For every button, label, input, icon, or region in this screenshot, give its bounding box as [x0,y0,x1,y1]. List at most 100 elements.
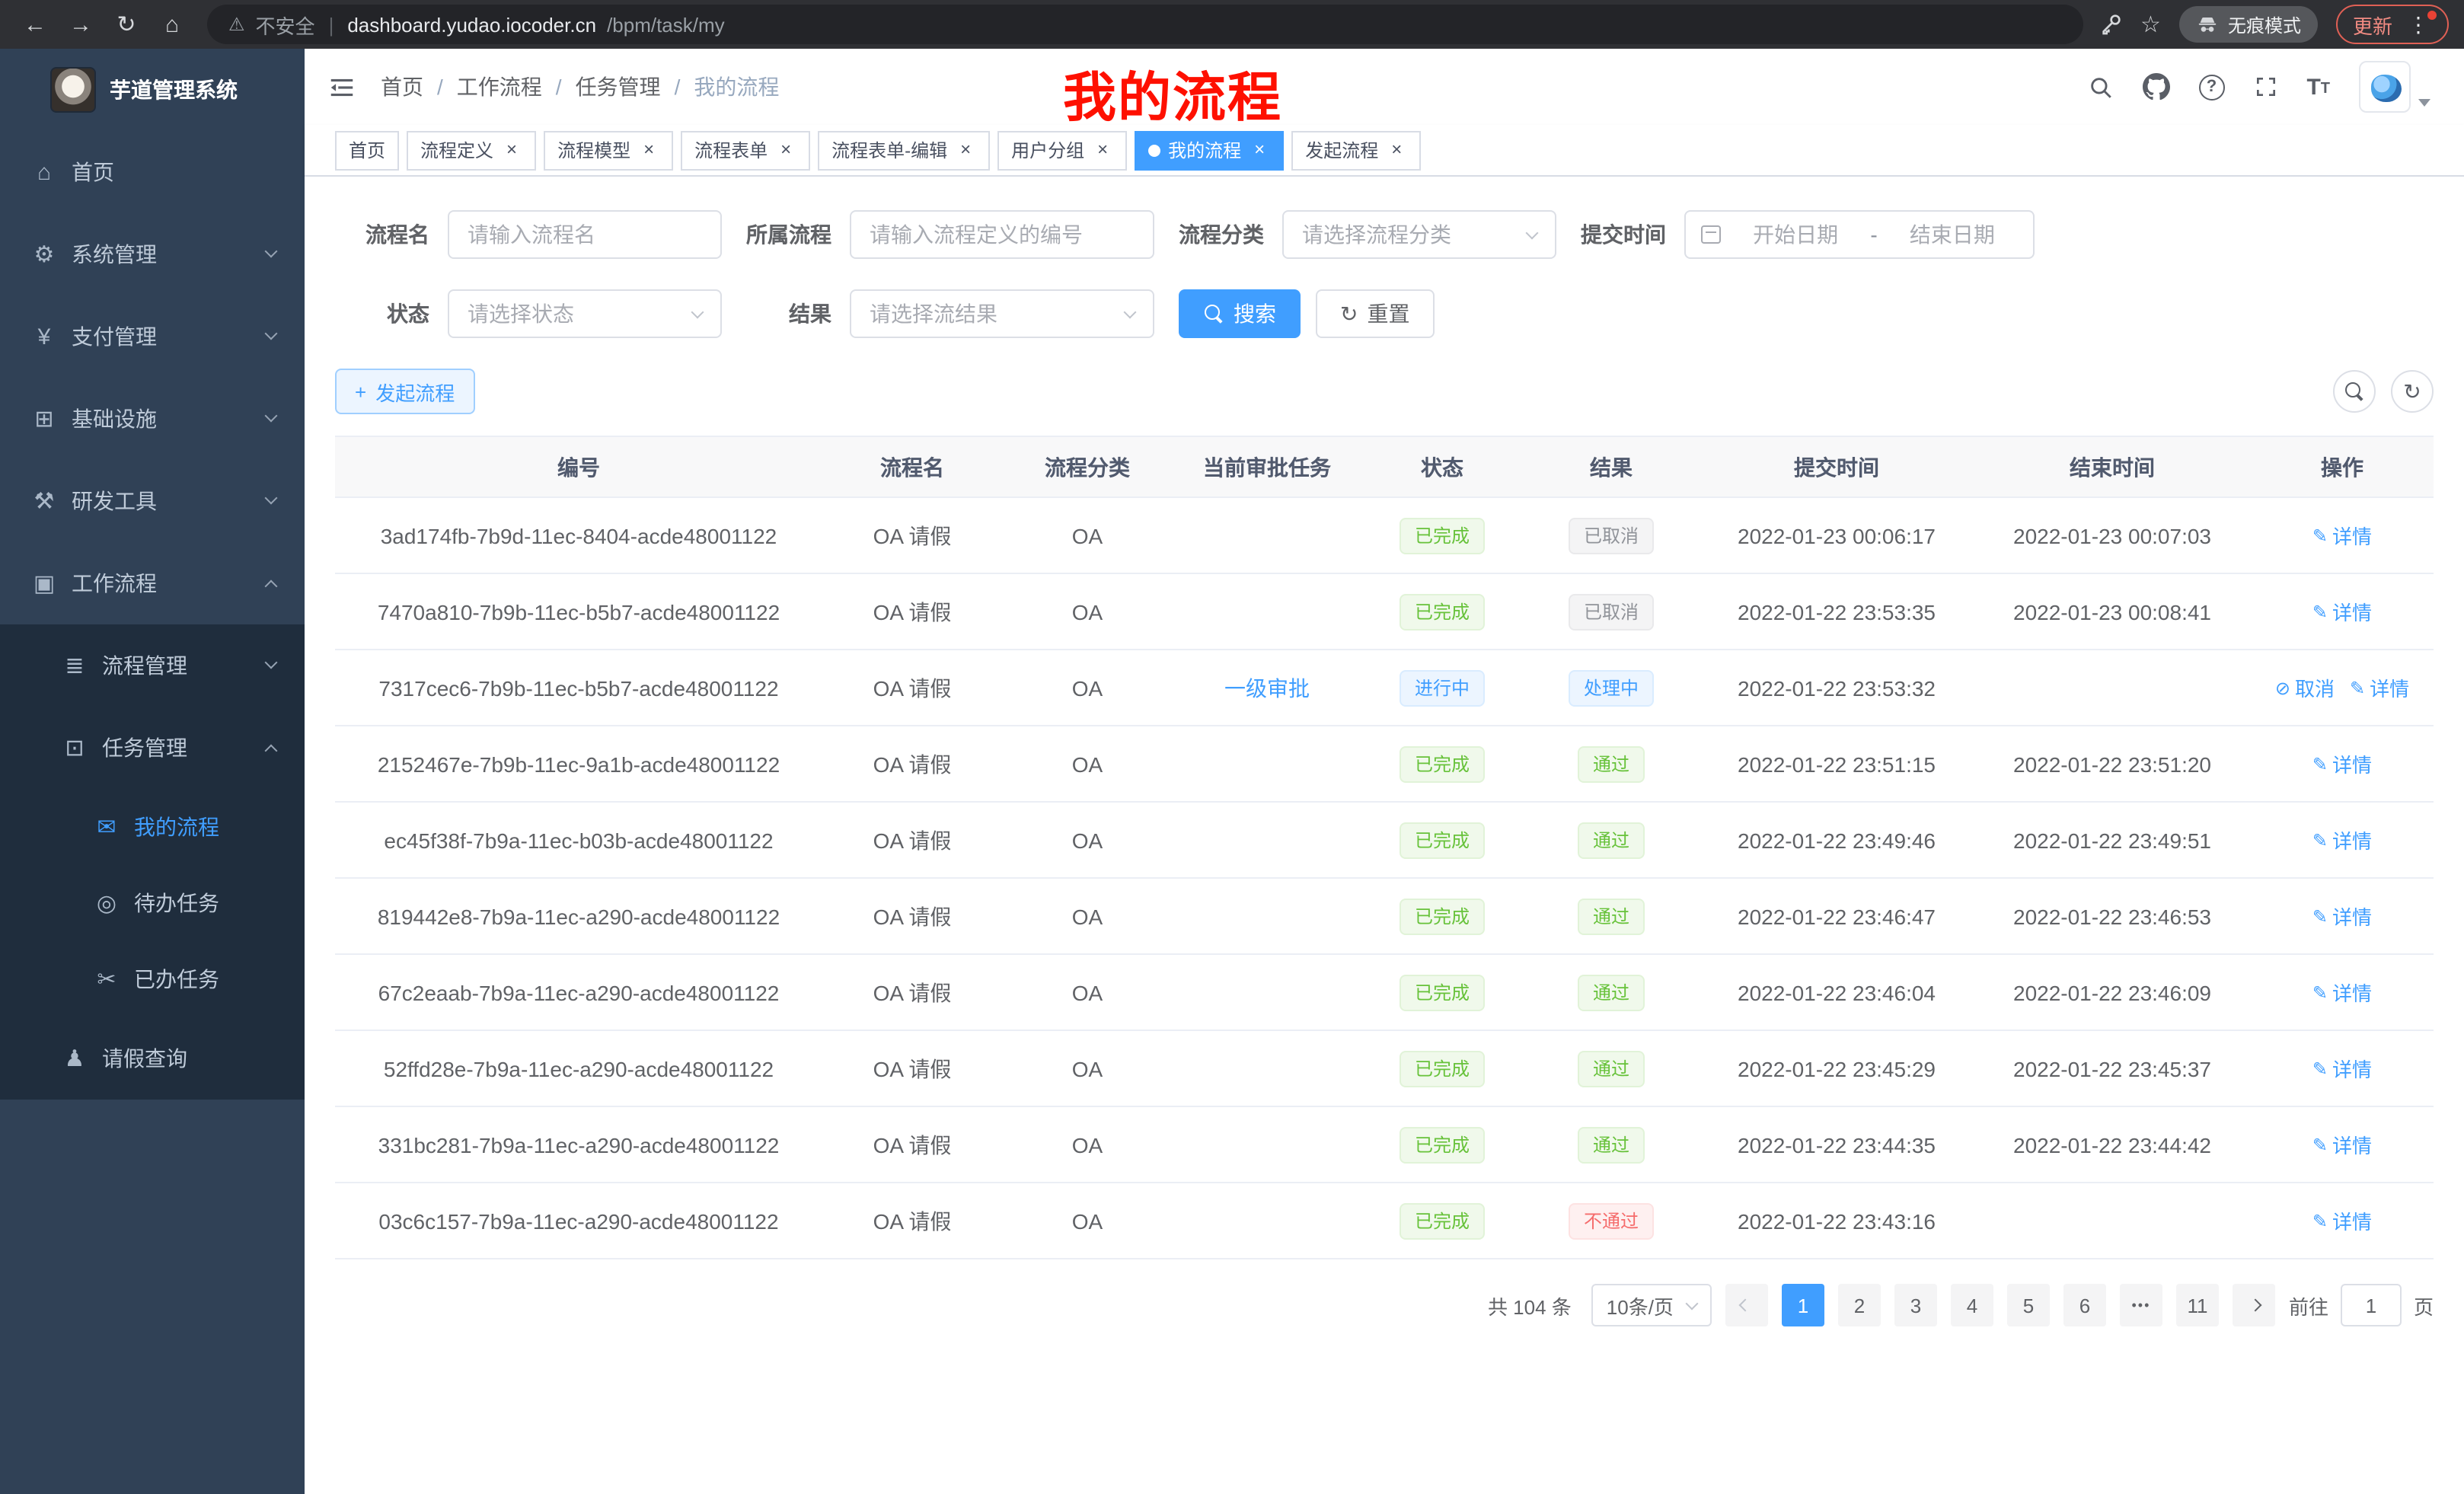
sidebar-item-label: 工作流程 [72,568,277,599]
active-dot-icon [1148,144,1160,156]
detail-link[interactable]: ✎详情 [2312,1130,2372,1159]
sidebar-item-dev-tools[interactable]: ⚒ 研发工具 [0,460,305,542]
tab-home[interactable]: 首页 [335,130,399,170]
refresh-button[interactable]: ↻ [2391,370,2434,413]
incognito-label: 无痕模式 [2228,11,2301,37]
app-logo[interactable]: 芋道管理系统 [0,49,305,131]
status-tag: 已完成 [1400,974,1485,1010]
tab-start-process[interactable]: 发起流程 × [1291,130,1421,170]
breadcrumb-task-management[interactable]: 任务管理 [576,72,661,102]
browser-home-icon[interactable]: ⌂ [152,5,192,44]
github-icon[interactable] [2142,73,2169,101]
search-button[interactable]: 搜索 [1179,289,1301,338]
start-process-button[interactable]: + 发起流程 [335,369,474,414]
sidebar-item-system-management[interactable]: ⚙ 系统管理 [0,213,305,295]
infrastructure-icon: ⊞ [30,405,58,433]
detail-link[interactable]: ✎详情 [2312,597,2372,626]
process-name-input[interactable] [448,210,722,259]
tab-process-model[interactable]: 流程模型 × [544,130,673,170]
detail-link[interactable]: ✎详情 [2312,1054,2372,1083]
result-tag: 已取消 [1569,593,1654,630]
page-button-6[interactable]: 6 [2063,1284,2106,1326]
status-tag: 已完成 [1400,593,1485,630]
page-size-select[interactable]: 10条/页 [1591,1284,1712,1326]
goto-page-input[interactable] [2341,1284,2402,1326]
bookmark-star-icon[interactable]: ☆ [2140,11,2161,38]
detail-link[interactable]: ✎详情 [2312,1206,2372,1235]
page-button-4[interactable]: 4 [1951,1284,1993,1326]
browser-reload-icon[interactable]: ↻ [107,5,146,44]
sidebar-item-task-management[interactable]: ⊡ 任务管理 [0,707,305,789]
sidebar-item-home[interactable]: ⌂ 首页 [0,131,305,213]
process-definition-input[interactable] [850,210,1154,259]
close-icon[interactable]: × [955,139,976,161]
page-button-5[interactable]: 5 [2007,1284,2050,1326]
browser-forward-icon[interactable]: → [61,5,101,44]
detail-link[interactable]: ✎详情 [2312,749,2372,778]
sidebar-item-done-tasks[interactable]: ✂ 已办任务 [0,941,305,1017]
category-select[interactable]: 请选择流程分类 [1282,210,1556,259]
sidebar-item-leave-query[interactable]: ♟ 请假查询 [0,1017,305,1100]
reset-button[interactable]: ↻ 重置 [1316,289,1434,338]
current-task-link[interactable]: 一级审批 [1224,675,1310,700]
goto-page: 前往 页 [2289,1284,2434,1326]
more-pages-button[interactable]: ••• [2120,1284,2162,1326]
user-menu[interactable] [2359,61,2430,113]
submit-time: 2022-01-22 23:44:35 [1738,1132,1936,1157]
page-button-11[interactable]: 11 [2176,1284,2219,1326]
tab-my-process[interactable]: 我的流程 × [1135,130,1284,170]
detail-link[interactable]: ✎详情 [2312,825,2372,854]
close-icon[interactable]: × [775,139,796,161]
detail-link[interactable]: ✎详情 [2312,521,2372,550]
tab-process-definition[interactable]: 流程定义 × [407,130,536,170]
browser-menu-kebab-icon[interactable]: ⋮ [2405,14,2432,35]
home-icon: ⌂ [30,159,58,185]
close-icon[interactable]: × [1092,139,1113,161]
tab-process-form-edit[interactable]: 流程表单-编辑 × [818,130,990,170]
sidebar-item-process-management[interactable]: ≣ 流程管理 [0,624,305,707]
tab-process-form[interactable]: 流程表单 × [681,130,810,170]
close-icon[interactable]: × [638,139,659,161]
breadcrumb-home[interactable]: 首页 [381,72,423,102]
next-page-button[interactable] [2233,1284,2275,1326]
result-select[interactable]: 请选择流结果 [850,289,1154,338]
close-icon[interactable]: × [1386,139,1407,161]
browser-update-button[interactable]: 更新 ⋮ [2336,5,2449,44]
page-button-1[interactable]: 1 [1782,1284,1824,1326]
detail-link[interactable]: ✎详情 [2312,902,2372,931]
status-tag: 已完成 [1400,822,1485,858]
detail-link[interactable]: ✎详情 [2312,978,2372,1007]
date-range-picker[interactable]: 开始日期 - 结束日期 [1684,210,2035,259]
password-key-icon[interactable] [2098,12,2122,37]
url-separator: | [329,13,334,36]
sidebar-item-payment-management[interactable]: ¥ 支付管理 [0,295,305,378]
fullscreen-icon[interactable] [2253,75,2277,99]
process-id: 52ffd28e-7b9a-11ec-a290-acde48001122 [384,1056,774,1081]
chevron-down-icon [691,305,704,318]
breadcrumb-workflow[interactable]: 工作流程 [457,72,542,102]
font-size-icon[interactable]: TT [2306,75,2330,98]
filter-submit-time: 提交时间 开始日期 - 结束日期 [1581,210,2035,259]
browser-back-icon[interactable]: ← [15,5,55,44]
address-bar[interactable]: ⚠ 不安全 | dashboard.yudao.iocoder.cn/bpm/t… [207,5,2083,44]
sidebar-item-infrastructure[interactable]: ⊞ 基础设施 [0,378,305,460]
tab-user-group[interactable]: 用户分组 × [997,130,1127,170]
avatar[interactable] [2359,61,2411,113]
result-tag: 通过 [1578,1126,1645,1163]
page-button-2[interactable]: 2 [1838,1284,1881,1326]
close-icon[interactable]: × [1249,139,1270,161]
close-icon[interactable]: × [501,139,522,161]
cancel-link[interactable]: ⊘取消 [2275,673,2335,702]
edit-icon: ✎ [2312,982,2328,1003]
prev-page-button[interactable] [1725,1284,1768,1326]
search-icon[interactable] [2087,74,2113,100]
help-icon[interactable]: ? [2198,74,2224,100]
sidebar-item-todo-tasks[interactable]: ◎ 待办任务 [0,865,305,941]
sidebar-item-my-process[interactable]: ✉ 我的流程 [0,789,305,865]
detail-link[interactable]: ✎详情 [2350,673,2409,702]
status-select[interactable]: 请选择状态 [448,289,722,338]
sidebar-item-workflow[interactable]: ▣ 工作流程 [0,542,305,624]
toggle-search-button[interactable] [2333,370,2376,413]
sidebar-toggle-icon[interactable] [327,72,356,101]
page-button-3[interactable]: 3 [1894,1284,1937,1326]
